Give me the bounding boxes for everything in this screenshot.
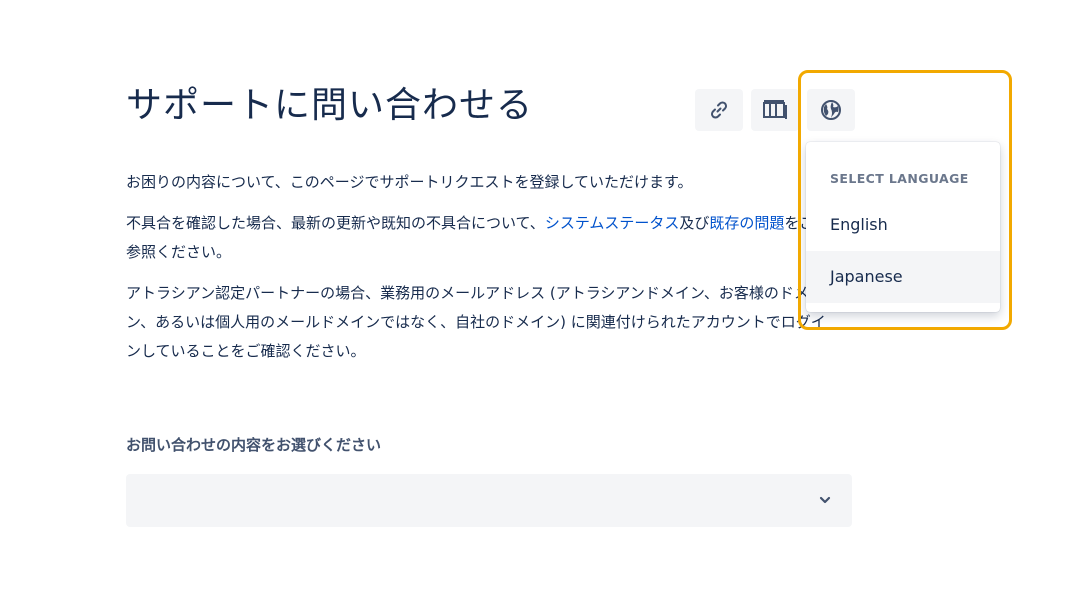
language-option-japanese[interactable]: Japanese <box>806 251 1000 303</box>
support-page: サポートに問い合わせる お困りの内容について、このページでサポートリクエストを登… <box>0 0 1080 608</box>
globe-icon <box>821 100 841 120</box>
page-title: サポートに問い合わせる <box>126 85 534 126</box>
link-icon <box>710 101 728 119</box>
language-dropdown: SELECT LANGUAGE English Japanese <box>806 142 1000 312</box>
chevron-down-icon <box>819 496 831 504</box>
request-type-select[interactable] <box>126 474 852 527</box>
board-button[interactable] <box>751 89 799 131</box>
status-text-mid2: び <box>694 214 710 232</box>
board-icon <box>763 100 787 119</box>
status-text-mid: 及 <box>679 214 695 232</box>
page-toolbar <box>695 89 855 131</box>
intro-paragraph: お困りの内容について、このページでサポートリクエストを登録していただけます。 <box>126 173 693 191</box>
language-option-english[interactable]: English <box>806 199 1000 251</box>
system-status-link[interactable]: システムステータス <box>545 214 680 232</box>
intro-text: お困りの内容について、このページでサポートリクエストを登録していただけます。 不… <box>126 168 826 378</box>
copy-link-button[interactable] <box>695 89 743 131</box>
status-paragraph: 不具合を確認した場合、最新の更新や既知の不具合について、システムステータス及び既… <box>126 209 826 267</box>
partner-paragraph: アトラシアン認定パートナーの場合、業務用のメールアドレス (アトラシアンドメイン… <box>126 284 826 360</box>
request-type-label: お問い合わせの内容をお選びください <box>126 436 382 454</box>
language-menu-heading: SELECT LANGUAGE <box>830 171 969 186</box>
status-text-before: 不具合を確認した場合、最新の更新や既知の不具合について、 <box>126 214 545 232</box>
language-button[interactable] <box>807 89 855 131</box>
known-issues-link[interactable]: 既存の問題 <box>709 214 784 232</box>
